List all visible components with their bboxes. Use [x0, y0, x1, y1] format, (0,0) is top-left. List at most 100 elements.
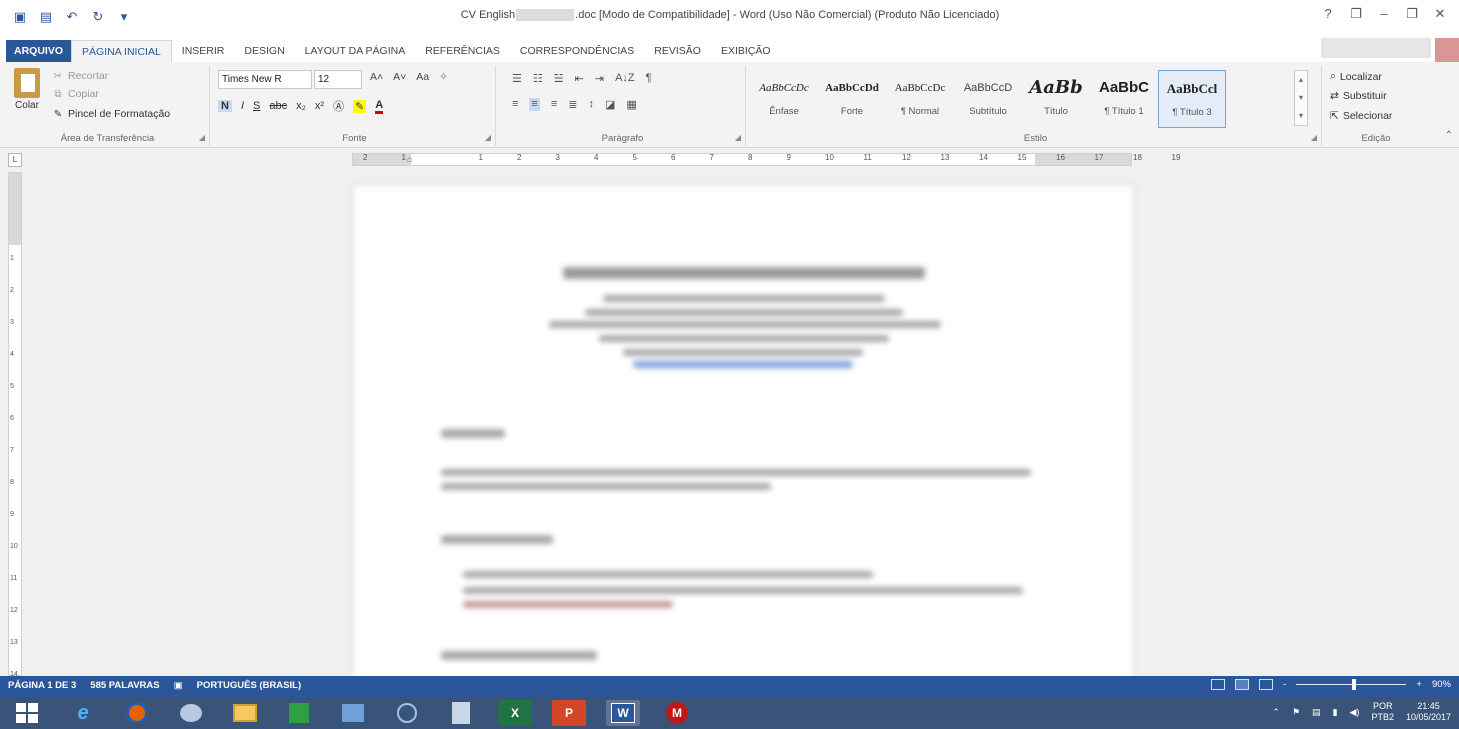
italic-button[interactable]: I	[241, 100, 244, 112]
font-color-icon[interactable]: A	[375, 99, 384, 114]
indent-marker-icon[interactable]: ⌂	[407, 154, 412, 164]
account-avatar[interactable]	[1435, 38, 1459, 62]
file-explorer-icon[interactable]	[228, 700, 262, 726]
restore-button[interactable]: ❐	[1405, 6, 1419, 22]
tab-pagina-inicial[interactable]: PÁGINA INICIAL	[71, 40, 172, 62]
language-tray[interactable]: POR PTB2	[1371, 701, 1394, 723]
customize-qat-icon[interactable]: ▾	[116, 9, 132, 25]
shrink-font-button[interactable]: A˅	[393, 71, 406, 83]
print-layout-icon[interactable]	[1235, 679, 1250, 690]
strikethrough-button[interactable]: abc	[269, 100, 287, 112]
align-right-icon[interactable]: ≡	[551, 98, 557, 111]
internet-explorer-icon[interactable]: e	[66, 700, 100, 726]
style-subtitulo[interactable]: AaBbCcD Subtítulo	[954, 70, 1022, 128]
dialog-launcher-icon[interactable]: ◢	[199, 133, 205, 142]
text-effects-icon[interactable]: Ⓐ	[333, 98, 344, 114]
tab-correspondencias[interactable]: CORRESPONDÊNCIAS	[510, 40, 644, 62]
sort-icon[interactable]: A↓Z	[615, 72, 635, 85]
account-area[interactable]	[1321, 38, 1431, 58]
style-titulo-1[interactable]: AaBbC ¶ Título 1	[1090, 70, 1158, 128]
zoom-out-button[interactable]: -	[1283, 679, 1286, 690]
styles-more-icon[interactable]: ▴ ▾ ▾	[1294, 70, 1308, 126]
tab-referencias[interactable]: REFERÊNCIAS	[415, 40, 510, 62]
tab-arquivo[interactable]: ARQUIVO	[6, 40, 72, 62]
align-center-icon[interactable]: ≡	[529, 98, 540, 111]
justify-icon[interactable]: ≣	[568, 98, 577, 111]
bullets-icon[interactable]: ☰	[512, 72, 522, 85]
zoom-slider-thumb[interactable]	[1352, 679, 1357, 690]
redo-icon[interactable]: ↻	[90, 9, 106, 25]
close-button[interactable]: ✕	[1433, 6, 1447, 22]
read-mode-icon[interactable]	[1211, 679, 1226, 690]
web-layout-icon[interactable]	[1259, 679, 1274, 690]
superscript-button[interactable]: x²	[315, 100, 324, 112]
font-dialog-launcher-icon[interactable]: ◢	[485, 133, 491, 142]
multilevel-list-icon[interactable]: ☱	[554, 72, 564, 85]
store-icon[interactable]	[282, 700, 316, 726]
style-forte[interactable]: AaBbCcDd Forte	[818, 70, 886, 128]
select-button[interactable]: ⇱ Selecionar	[1330, 110, 1392, 122]
volume-icon[interactable]: ◀)	[1350, 707, 1360, 718]
network-icon[interactable]: ▤	[1312, 707, 1321, 718]
powerpoint-icon[interactable]: P	[552, 700, 586, 726]
language-indicator[interactable]: PORTUGUÊS (BRASIL)	[197, 680, 302, 691]
minimize-button[interactable]: –	[1377, 6, 1391, 22]
excel-icon[interactable]: X	[498, 700, 532, 726]
borders-icon[interactable]: ▦	[626, 98, 636, 111]
style-titulo[interactable]: AaBb Título	[1022, 70, 1090, 128]
collapse-ribbon-icon[interactable]: ⌃	[1445, 130, 1453, 141]
flag-icon[interactable]: ⚑	[1292, 707, 1300, 718]
tray-expand-icon[interactable]: ⌃	[1272, 707, 1280, 718]
cut-button[interactable]: ✂ Recortar	[52, 70, 108, 82]
format-painter-button[interactable]: ✎ Pincel de Formatação	[52, 108, 170, 120]
word-icon[interactable]: W	[606, 700, 640, 726]
increase-indent-icon[interactable]: ⇥	[595, 72, 604, 85]
word-count[interactable]: 585 PALAVRAS	[90, 680, 159, 691]
numbering-icon[interactable]: ☷	[533, 72, 543, 85]
tab-revisao[interactable]: REVISÃO	[644, 40, 711, 62]
change-case-button[interactable]: Aa	[416, 71, 429, 83]
help-button[interactable]: ?	[1321, 6, 1335, 22]
firefox-icon[interactable]	[120, 700, 154, 726]
find-button[interactable]: ⌕ Localizar	[1330, 70, 1382, 83]
underline-button[interactable]: S	[253, 100, 260, 112]
horizontal-ruler[interactable]: 2 1 1 2 3 4 5 6 7 8 9 10 11 12 13 14 15 16 17 18 19 ⌂	[352, 153, 1180, 166]
decrease-indent-icon[interactable]: ⇤	[575, 72, 584, 85]
photos-icon[interactable]	[336, 700, 370, 726]
copy-button[interactable]: ⧉ Copiar	[52, 88, 99, 100]
show-marks-icon[interactable]: ¶	[646, 72, 652, 85]
signal-icon[interactable]: ▮	[1333, 707, 1338, 718]
document-app-icon[interactable]	[444, 700, 478, 726]
ribbon-display-options-icon[interactable]: ❐	[1349, 6, 1363, 22]
paragraph-dialog-launcher-icon[interactable]: ◢	[735, 133, 741, 142]
line-spacing-icon[interactable]: ↕	[588, 98, 594, 111]
font-size-box[interactable]: 12	[314, 70, 362, 89]
document-page[interactable]	[352, 184, 1134, 676]
grow-font-button[interactable]: A˄	[370, 71, 383, 83]
mcafee-icon[interactable]: M	[660, 700, 694, 726]
zoom-in-button[interactable]: +	[1416, 679, 1422, 690]
zoom-slider[interactable]	[1296, 679, 1407, 690]
bold-button[interactable]: N	[218, 100, 232, 112]
replace-button[interactable]: ⇄ Substituir	[1330, 90, 1387, 102]
windows-start-icon[interactable]	[16, 703, 38, 723]
zoom-level[interactable]: 90%	[1432, 679, 1451, 690]
style-titulo-3[interactable]: AaBbCcl ¶ Título 3	[1158, 70, 1226, 128]
vertical-ruler[interactable]: 123456789101112131415	[8, 172, 22, 710]
subscript-button[interactable]: x₂	[296, 100, 306, 112]
save-icon[interactable]: ▤	[38, 9, 54, 25]
shading-icon[interactable]: ◪	[605, 98, 615, 111]
tab-inserir[interactable]: INSERIR	[172, 40, 235, 62]
paint-icon[interactable]	[174, 700, 208, 726]
page-count[interactable]: PÁGINA 1 DE 3	[8, 680, 76, 691]
tab-design[interactable]: DESIGN	[234, 40, 294, 62]
proofing-icon[interactable]: ▣	[174, 680, 183, 691]
paste-button[interactable]: Colar	[10, 68, 44, 111]
clear-format-icon[interactable]: ✧	[439, 71, 448, 83]
style-normal[interactable]: AaBbCcDc ¶ Normal	[886, 70, 954, 128]
document-canvas[interactable]	[24, 168, 1459, 676]
clock[interactable]: 21:45 10/05/2017	[1406, 701, 1451, 723]
highlight-icon[interactable]: ✎	[353, 99, 367, 113]
align-left-icon[interactable]: ≡	[512, 98, 518, 111]
style-enfase[interactable]: AaBbCcDc Ênfase	[750, 70, 818, 128]
